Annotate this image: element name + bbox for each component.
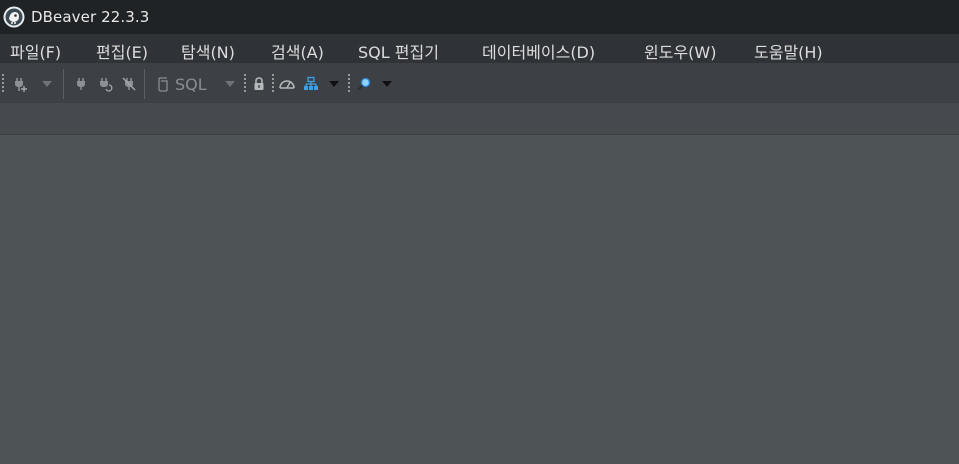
new-connection-button[interactable]: [10, 74, 30, 94]
disconnect-icon: [122, 77, 136, 91]
sql-button-label[interactable]: SQL: [175, 75, 207, 94]
navigator-dropdown[interactable]: [327, 78, 341, 90]
window-title: DBeaver 22.3.3: [31, 8, 150, 26]
search-icon: [357, 77, 371, 91]
chevron-down-icon: [382, 81, 392, 87]
menu-help[interactable]: 도움말(H): [754, 39, 823, 63]
toolbar-grip[interactable]: [2, 73, 4, 93]
menu-file[interactable]: 파일(F): [10, 39, 61, 63]
database-navigator-button[interactable]: [302, 75, 320, 93]
transaction-lock-icon: [254, 77, 264, 90]
connect-button[interactable]: [72, 75, 90, 93]
menu-navigate[interactable]: 탐색(N): [181, 39, 235, 63]
workspace-area[interactable]: [0, 135, 959, 464]
sql-editor-dropdown[interactable]: [223, 78, 237, 90]
chevron-down-icon: [42, 81, 52, 87]
editor-tab-bar: [0, 103, 959, 135]
search-button[interactable]: [355, 75, 373, 93]
menu-sql-editor[interactable]: SQL 편집기: [358, 39, 439, 63]
database-navigator-icon: [304, 76, 318, 90]
new-connection-icon: [15, 78, 27, 92]
menu-edit[interactable]: 편집(E): [96, 39, 148, 63]
toolbar-grip[interactable]: [244, 73, 246, 93]
transaction-mode-button[interactable]: [250, 75, 268, 93]
dashboard-button[interactable]: [277, 75, 297, 93]
menu-window[interactable]: 윈도우(W): [644, 39, 716, 63]
menu-search[interactable]: 검색(A): [271, 39, 324, 63]
toolbar-grip[interactable]: [272, 73, 274, 93]
chevron-down-icon: [329, 81, 339, 87]
dashboard-icon: [279, 80, 295, 89]
search-dropdown[interactable]: [380, 78, 394, 90]
sql-editor-icon: [158, 77, 168, 92]
dbeaver-app-icon[interactable]: [3, 6, 25, 28]
toolbar-grip[interactable]: [348, 73, 350, 93]
disconnect-button[interactable]: [120, 75, 138, 93]
toolbar-separator: [144, 69, 145, 99]
menu-database[interactable]: 데이터베이스(D): [482, 39, 595, 63]
connect-icon: [77, 78, 85, 90]
menu-bar: 파일(F) 편집(E) 탐색(N) 검색(A) SQL 편집기 데이터베이스(D…: [0, 34, 959, 63]
chevron-down-icon: [225, 81, 235, 87]
reconnect-icon: [100, 78, 113, 92]
toolbar-separator: [63, 69, 64, 99]
sql-editor-button[interactable]: [154, 75, 172, 93]
title-bar: DBeaver 22.3.3: [0, 0, 959, 34]
new-connection-dropdown[interactable]: [40, 78, 54, 90]
reconnect-button[interactable]: [96, 75, 114, 93]
